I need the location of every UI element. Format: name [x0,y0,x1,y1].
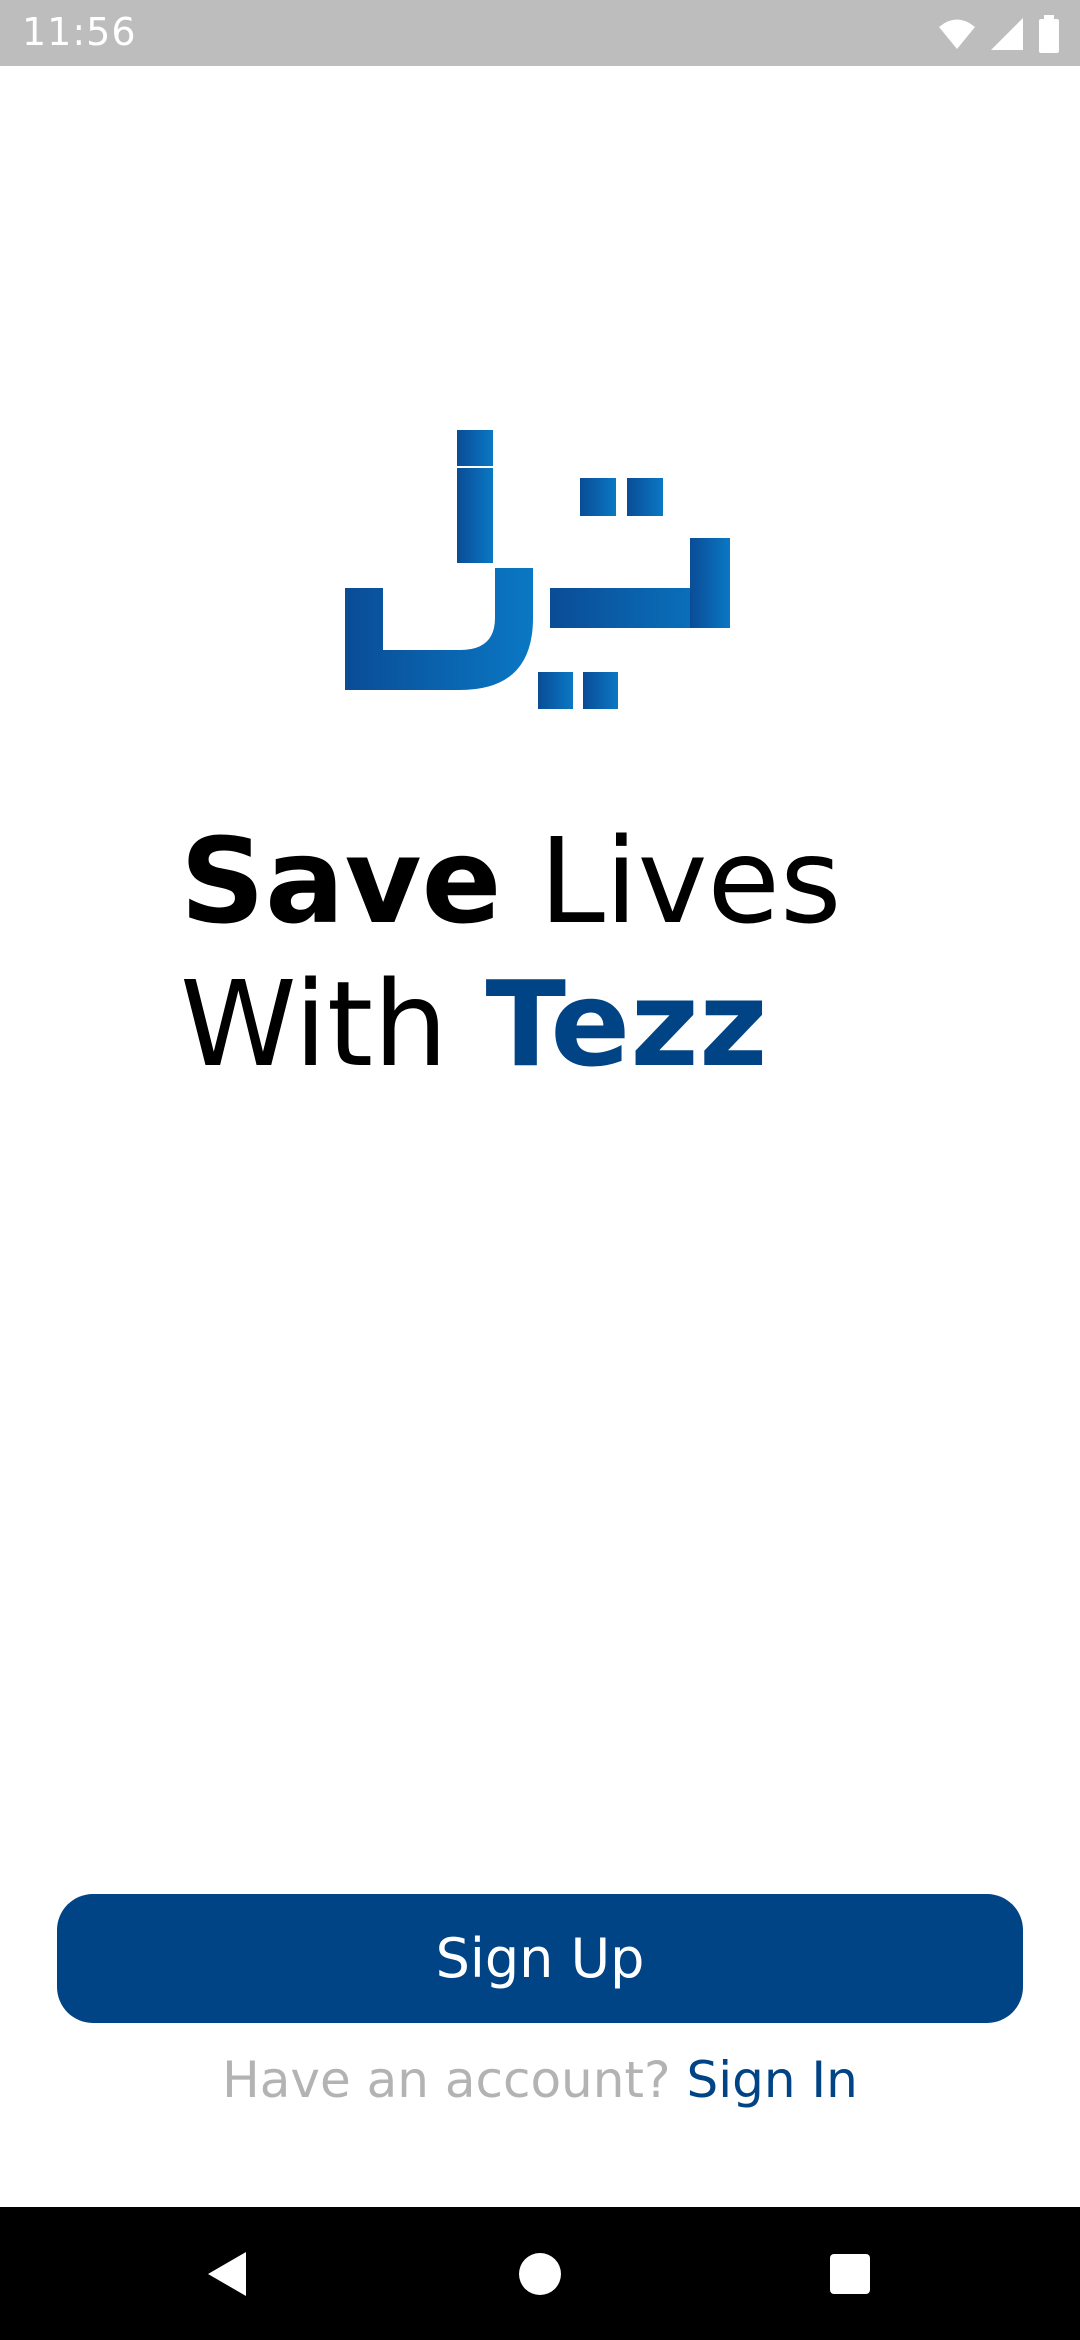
recents-icon [830,2253,870,2294]
headline-tezz: Tezz [485,955,768,1093]
home-icon [519,2252,561,2295]
sign-in-row: Have an account? Sign In [0,2050,1080,2110]
sign-up-button[interactable]: Sign Up [57,1894,1023,2023]
tezz-logo-icon [345,430,730,709]
headline-with: With [180,955,448,1093]
headline: Save Lives With Tezz [180,810,842,1096]
welcome-screen: 11:56 Save Lives With Tezz Sign Up Have … [0,0,1080,2340]
back-button[interactable] [166,2207,286,2340]
headline-save: Save [180,812,502,950]
battery-icon [1039,15,1059,53]
status-time: 11:56 [22,10,137,54]
headline-line-2: With Tezz [180,953,842,1096]
recents-button[interactable] [790,2207,910,2340]
sign-in-prompt: Have an account? [222,2051,671,2109]
headline-lives: Lives [539,812,842,950]
navigation-bar [0,2207,1080,2340]
cell-signal-icon [991,18,1023,50]
sign-in-link[interactable]: Sign In [686,2051,857,2109]
home-button[interactable] [480,2207,600,2340]
back-icon [208,2251,246,2296]
headline-line-1: Save Lives [180,810,842,953]
wifi-icon [939,19,975,49]
status-bar: 11:56 [0,0,1080,66]
status-icons [938,14,1060,54]
